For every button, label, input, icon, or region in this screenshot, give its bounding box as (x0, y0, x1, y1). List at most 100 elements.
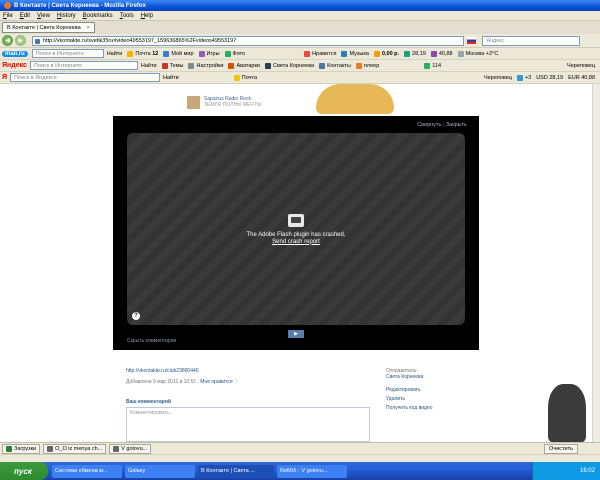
get-embed-code-link[interactable]: Получить код видео (386, 405, 433, 411)
eur-rate: 40,88 (438, 50, 453, 57)
windows-taskbar: пуск Система обмена м... Galaxy В Контак… (0, 462, 600, 480)
yandex-avatars[interactable]: Аватарки (228, 62, 260, 69)
tab-vkontakte[interactable]: В Контакте | Света Корнеева × (2, 22, 95, 33)
edit-link[interactable]: Редактировать (386, 387, 433, 393)
yandex-themes[interactable]: Темы (161, 62, 184, 69)
vk-icon (319, 62, 326, 69)
downloads-toggle[interactable]: Загрузки (2, 443, 41, 454)
video-source-link[interactable]: http://vkontakte.ru/club23800440 (126, 368, 199, 374)
menu-view[interactable]: View (37, 13, 50, 19)
yandex-bar-temp-value: +3 (524, 74, 532, 81)
mailru-like[interactable]: Нравится (304, 50, 336, 57)
photo-icon (224, 50, 231, 57)
menu-help[interactable]: Help (141, 13, 153, 19)
download-item[interactable]: V golovu... (109, 443, 152, 454)
settings-label: Настройки (196, 62, 224, 69)
mailru-rate-eur[interactable]: 40,88 (430, 50, 453, 57)
collapse-link[interactable]: Свернуть (417, 122, 441, 128)
weather-temp: +2°C (485, 50, 499, 57)
window-titlebar: В Контакте | Света Корнеева - Mozilla Fi… (0, 0, 600, 11)
send-crash-report-link[interactable]: Send crash report (272, 239, 320, 245)
search-input[interactable]: Яндекс (482, 35, 580, 46)
mailru-search-input[interactable]: Поиск в Интернете (31, 49, 104, 58)
mailru-games[interactable]: Игры (198, 50, 220, 57)
help-icon[interactable]: ? (132, 312, 140, 320)
flash-player[interactable]: The Adobe Flash plugin has crashed. Send… (127, 133, 465, 325)
world-icon (163, 50, 170, 57)
yandex-toolbar: Яндекс Поиск в Интернете Найти Темы Наст… (0, 60, 600, 72)
url-text: http://vkontakte.ru/svetik35ru#video4955… (43, 37, 237, 44)
search-placeholder: Яндекс (486, 37, 505, 44)
user-icon (264, 62, 271, 69)
yandex-city[interactable]: Череповец (567, 63, 595, 69)
taskbar-item-active[interactable]: В Контакте | Света ... (198, 464, 274, 478)
mailru-music[interactable]: Музыка (341, 50, 369, 57)
video-overlay: Свернуть | Закрыть The Adobe Flash plugi… (113, 116, 479, 442)
mailru-find-button[interactable]: Найти (107, 51, 123, 57)
games-icon (198, 50, 205, 57)
back-button[interactable]: ◀ (2, 35, 13, 46)
themes-label: Темы (169, 62, 184, 69)
page-scrollbar[interactable] (592, 84, 600, 442)
yandex-find-button[interactable]: Найти (141, 63, 157, 69)
yandex-bar-mail-label: Почта (241, 74, 258, 81)
menu-tools[interactable]: Tools (120, 13, 134, 19)
hide-comments-link[interactable]: Скрыть комментарии (127, 338, 176, 344)
taskbar-item[interactable]: Система обмена м... (52, 464, 122, 478)
download-icon (6, 445, 12, 452)
currency-icon (404, 50, 411, 57)
like-link[interactable]: Мне нравится (200, 379, 232, 385)
yandex-profile[interactable]: Света Корнеева (264, 62, 315, 69)
yandex-bar-find-button[interactable]: Найти (163, 75, 179, 81)
close-link[interactable]: Закрыть (446, 122, 467, 128)
mailru-logo[interactable]: mail.ru (2, 50, 28, 57)
system-tray: 16:02 (532, 462, 600, 480)
yandex-logo[interactable]: Яндекс (2, 62, 27, 69)
start-button[interactable]: пуск (0, 462, 48, 480)
yandex-settings[interactable]: Настройки (188, 62, 224, 69)
menu-edit[interactable]: Edit (20, 13, 30, 19)
yandex-search-input[interactable]: Поиск в Интернете (29, 61, 138, 70)
sender-name-link[interactable]: Света Корнеева (386, 374, 433, 380)
mailru-mail[interactable]: Почта 12 (127, 50, 158, 57)
next-video-button[interactable]: ▶ (288, 330, 304, 338)
url-input[interactable]: http://vkontakte.ru/svetik35ru#video4955… (32, 35, 464, 46)
taskbar-item[interactable]: Galaxy (125, 464, 195, 478)
yandex-bar-eur[interactable]: EUR 40,88 (568, 75, 595, 81)
yandex-player[interactable]: плеер (355, 62, 379, 69)
mailru-photo[interactable]: Фото (224, 50, 246, 57)
envelope-icon (233, 74, 240, 81)
taskbar-item-label: Система обмена м... (55, 468, 108, 474)
video-date: Добавлена 9 мар 2011 в 10:51 | Мне нрави… (126, 379, 239, 385)
yandex-bar-temp[interactable]: +3 (516, 74, 532, 81)
clock[interactable]: 16:02 (580, 468, 595, 474)
close-tab-icon[interactable]: × (87, 25, 90, 31)
menu-file[interactable]: File (3, 13, 13, 19)
download-item[interactable]: O_O iz menya ch... (43, 443, 107, 454)
mailru-rate-usd[interactable]: 28,19 (404, 50, 426, 57)
menu-history[interactable]: History (57, 13, 76, 19)
cloud-icon (457, 50, 464, 57)
yandex-bar-search-input[interactable]: Поиск в Яндексе (10, 73, 161, 82)
downloads-label: Загрузки (14, 445, 37, 452)
menu-bookmarks[interactable]: Bookmarks (83, 13, 113, 19)
heart-icon[interactable]: ♡ (234, 379, 238, 385)
yandex-contacts[interactable]: Контакты (319, 62, 351, 69)
yandex-bar-city[interactable]: Череповец (484, 75, 512, 81)
photo-label: Фото (232, 50, 246, 57)
flag-icon (467, 37, 476, 44)
clear-downloads-button[interactable]: Очистить (544, 443, 578, 454)
mailru-weather[interactable]: Москва +2°C (457, 50, 499, 57)
comment-textarea[interactable]: Комментировать... (126, 407, 370, 442)
forward-button[interactable]: ▶ (15, 35, 26, 46)
mailru-myworld[interactable]: Мой мир (163, 50, 194, 57)
mailru-money[interactable]: 0,00 р. (373, 50, 399, 57)
yandex-counter[interactable]: 114 (424, 62, 441, 69)
yandex-bar-usd[interactable]: USD 28,19 (536, 75, 563, 81)
taskbar-item-label: В Контакте | Света ... (201, 468, 255, 474)
taskbar-item[interactable]: ReMiX - V golovu... (277, 464, 347, 478)
delete-link[interactable]: Удалить (386, 396, 433, 402)
yandex-bar-mail[interactable]: Почта (233, 74, 258, 81)
yandex-bar-logo[interactable]: Я (2, 74, 7, 81)
profile-label: Света Корнеева (272, 62, 315, 69)
